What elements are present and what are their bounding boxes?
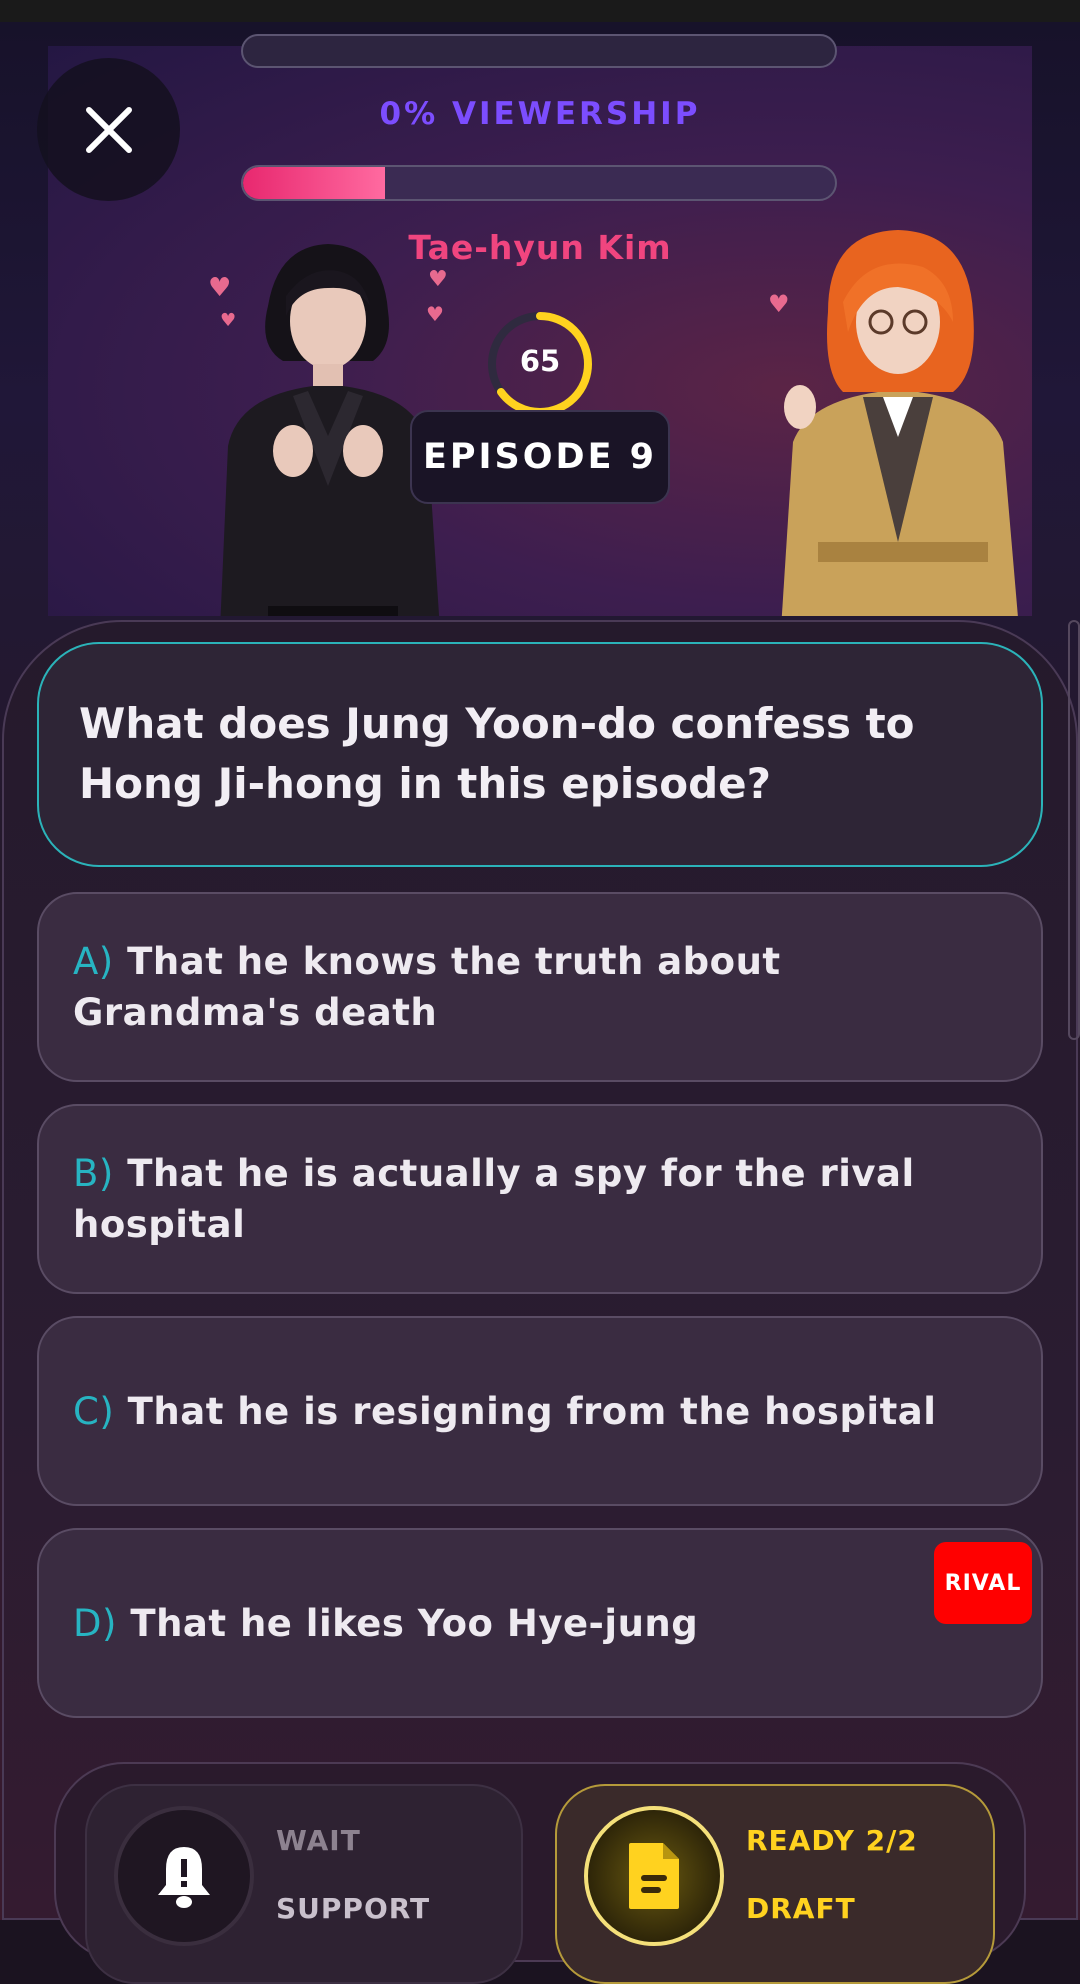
support-status: WAIT	[276, 1824, 361, 1857]
option-c-letter: C)	[73, 1389, 115, 1433]
option-d[interactable]: D) That he likes Yoo Hye-jung	[37, 1528, 1043, 1718]
option-c-text: C) That he is resigning from the hospita…	[73, 1386, 936, 1437]
support-icon-circle	[114, 1806, 254, 1946]
svg-text:♥: ♥	[768, 290, 790, 318]
svg-text:♥: ♥	[220, 310, 236, 331]
option-b-text: B) That he is actually a spy for the riv…	[73, 1148, 1007, 1250]
option-a-text: A) That he knows the truth about Grandma…	[73, 936, 1007, 1038]
option-d-label: That he likes Yoo Hye-jung	[130, 1601, 699, 1645]
option-a[interactable]: A) That he knows the truth about Grandma…	[37, 892, 1043, 1082]
option-c-label: That he is resigning from the hospital	[127, 1389, 937, 1433]
option-b-letter: B)	[73, 1152, 114, 1195]
viewership-progress-bar	[241, 165, 837, 201]
svg-text:♥: ♥	[428, 267, 448, 292]
timer-value: 65	[519, 344, 561, 378]
support-label: SUPPORT	[276, 1892, 431, 1925]
option-d-letter: D)	[73, 1601, 117, 1645]
bell-alert-icon	[158, 1847, 210, 1908]
option-c[interactable]: C) That he is resigning from the hospita…	[37, 1316, 1043, 1506]
draft-label: DRAFT	[746, 1892, 856, 1925]
svg-text:♥: ♥	[208, 273, 231, 303]
draft-status: READY 2/2	[746, 1824, 918, 1857]
status-bar	[0, 0, 1080, 22]
character-name: Tae-hyun Kim	[408, 228, 672, 267]
scrollbar[interactable]	[1068, 620, 1080, 1040]
option-a-letter: A)	[73, 940, 114, 983]
option-a-label: That he knows the truth about Grandma's …	[73, 940, 781, 1034]
document-icon	[629, 1843, 679, 1909]
question-text: What does Jung Yoon-do confess to Hong J…	[79, 699, 915, 808]
viewership-progress-fill	[243, 167, 386, 199]
option-d-text: D) That he likes Yoo Hye-jung	[73, 1598, 698, 1649]
svg-text:♥: ♥	[426, 302, 444, 326]
viewership-label: 0% VIEWERSHIP	[379, 96, 701, 132]
episode-badge: EPISODE 9	[410, 410, 670, 504]
draft-icon-circle	[584, 1806, 724, 1946]
question-card: What does Jung Yoon-do confess to Hong J…	[37, 642, 1043, 867]
character-right-illustration: ♥	[768, 230, 1018, 616]
option-b[interactable]: B) That he is actually a spy for the riv…	[37, 1104, 1043, 1294]
top-progress-pill	[241, 34, 837, 68]
rival-badge: RIVAL	[934, 1542, 1032, 1624]
option-b-label: That he is actually a spy for the rival …	[73, 1152, 915, 1246]
